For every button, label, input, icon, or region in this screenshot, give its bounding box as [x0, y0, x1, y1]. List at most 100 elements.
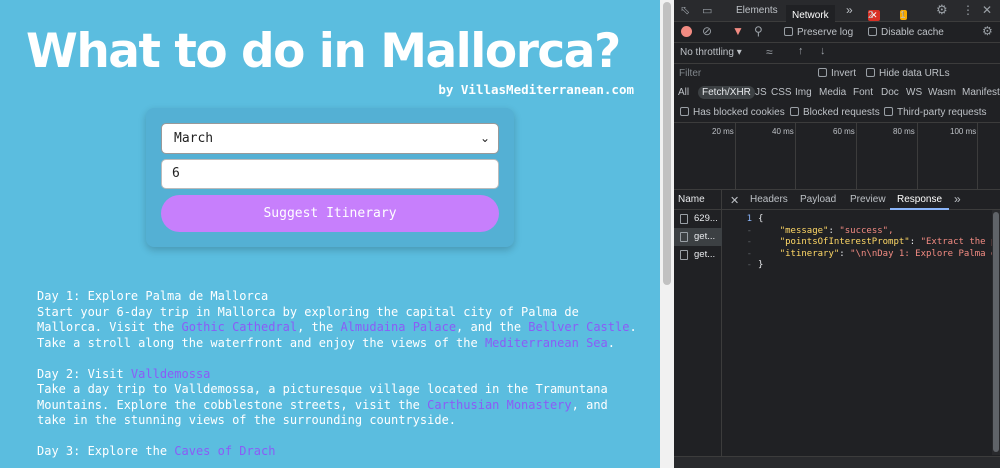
response-body[interactable]: 1 - - - - { "message": "success", "point…	[722, 210, 992, 455]
page-scrollbar-thumb[interactable]	[663, 2, 671, 285]
preserve-log-checkbox[interactable]: Preserve log	[784, 27, 853, 38]
month-select[interactable]: March ⌄	[161, 123, 499, 154]
request-name: get...	[694, 231, 716, 242]
timeline-tick: 100 ms	[950, 127, 977, 136]
chevron-down-icon: ⌄	[479, 131, 490, 145]
close-icon[interactable]: ✕	[982, 3, 992, 17]
tab-elements[interactable]: Elements	[736, 5, 778, 16]
json-key: "pointsOfInterestPrompt"	[779, 237, 910, 247]
inspect-element-icon[interactable]: ⬁	[680, 3, 690, 17]
days-input[interactable]: 6	[161, 159, 499, 189]
code-line: "message": "success",	[779, 225, 894, 236]
day-text: Start your 6-day trip in Mallorca by exp…	[37, 305, 637, 352]
request-name: 629...	[694, 213, 718, 224]
timeline-gridline	[917, 123, 918, 190]
clear-icon[interactable]: ⊘	[702, 24, 712, 38]
hide-data-urls-checkbox[interactable]: Hide data URLs	[866, 68, 950, 79]
day-heading-text: Day 3: Explore the	[37, 444, 175, 458]
code-line: "itinerary": "\n\nDay 1: Explore Palma d	[758, 249, 992, 261]
third-party-checkbox[interactable]: Third-party requests	[884, 107, 986, 118]
checkbox-box	[868, 27, 877, 36]
type-js[interactable]: JS	[755, 87, 767, 98]
devtools-tab-bar: ⬁ ▭ Elements Network » ✕ 2 ! 1 ⚙ ⋮ ✕	[674, 0, 1000, 27]
network-toolbar-2: No throttling ▾ ≈ ↑ ↓	[674, 43, 1000, 64]
request-row[interactable]: get...	[674, 228, 722, 246]
blocked-requests-checkbox[interactable]: Blocked requests	[790, 107, 880, 118]
checkbox-box	[784, 27, 793, 36]
warning-count: 1	[900, 10, 906, 21]
request-detail-tabs: ✕ Headers Payload Preview Response »	[674, 190, 1000, 210]
timeline-gridline	[977, 123, 978, 190]
day-text-segment: , and the	[456, 320, 529, 334]
has-blocked-cookies-label: Has blocked cookies	[693, 107, 785, 118]
wifi-icon[interactable]: ≈	[766, 45, 773, 59]
request-row[interactable]: 629...	[674, 210, 722, 228]
download-icon[interactable]: ↓	[820, 45, 826, 57]
record-icon[interactable]	[681, 26, 692, 37]
invert-checkbox[interactable]: Invert	[818, 68, 856, 79]
response-scrollbar[interactable]	[992, 210, 1000, 455]
type-wasm[interactable]: Wasm	[928, 87, 956, 98]
response-scrollbar-thumb[interactable]	[993, 212, 999, 452]
resource-type-filters: All Fetch/XHR JS CSS Img Media Font Doc …	[674, 84, 1000, 104]
day-heading-text: Day 2: Visit	[37, 366, 131, 381]
timeline-gridline	[856, 123, 857, 190]
type-all[interactable]: All	[678, 87, 689, 98]
type-manifest[interactable]: Manifest	[962, 87, 1000, 98]
gear-icon[interactable]: ⚙	[936, 2, 948, 18]
suggest-itinerary-button[interactable]: Suggest Itinerary	[161, 195, 499, 232]
type-img[interactable]: Img	[795, 87, 812, 98]
type-font[interactable]: Font	[853, 87, 873, 98]
itinerary-day-1: Day 1: Explore Palma de Mallorca Start y…	[37, 289, 637, 351]
link-almudaina-palace[interactable]: Almudaina Palace	[340, 320, 456, 334]
file-icon	[680, 250, 688, 260]
close-detail-icon[interactable]: ✕	[730, 194, 739, 207]
request-row[interactable]: get...	[674, 246, 722, 264]
device-toolbar-icon[interactable]: ▭	[702, 4, 712, 17]
link-mediterranean-sea[interactable]: Mediterranean Sea	[485, 336, 608, 350]
type-css[interactable]: CSS	[771, 87, 792, 98]
link-valldemossa[interactable]: Valldemossa	[131, 367, 210, 381]
kebab-menu-icon[interactable]: ⋮	[962, 3, 974, 17]
link-bellver-castle[interactable]: Bellver Castle	[528, 320, 629, 334]
blocked-filters-row: Has blocked cookies Blocked requests Thi…	[674, 104, 1000, 123]
filter-input[interactable]: Filter	[676, 66, 808, 81]
disable-cache-checkbox[interactable]: Disable cache	[868, 27, 944, 38]
upload-icon[interactable]: ↑	[798, 45, 804, 57]
network-timeline[interactable]: 20 ms 40 ms 60 ms 80 ms 100 ms	[674, 123, 1000, 190]
tab-preview[interactable]: Preview	[850, 194, 886, 205]
json-value: "success",	[839, 225, 894, 236]
link-gothic-cathedral[interactable]: Gothic Cathedral	[182, 320, 298, 334]
file-icon	[680, 214, 688, 224]
itinerary-day-3: Day 3: Explore the Caves of Drach	[37, 444, 637, 460]
more-tabs-button[interactable]: »	[846, 3, 853, 17]
more-detail-tabs-button[interactable]: »	[954, 192, 961, 206]
day-text-segment: .	[607, 335, 615, 350]
webpage: What to do in Mallorca? by VillasMediter…	[0, 0, 660, 468]
network-toolbar: ⊘ ▼ ⚲ Preserve log Disable cache ⚙	[674, 22, 1000, 43]
type-doc[interactable]: Doc	[881, 87, 899, 98]
type-fetch-xhr[interactable]: Fetch/XHR	[698, 86, 755, 99]
page-scrollbar[interactable]	[660, 0, 674, 468]
type-media[interactable]: Media	[819, 87, 846, 98]
filter-icon[interactable]: ▼	[732, 24, 744, 38]
tab-headers[interactable]: Headers	[750, 194, 788, 205]
line-marker: -	[746, 225, 752, 236]
type-ws[interactable]: WS	[906, 87, 922, 98]
checkbox-box	[680, 107, 689, 116]
tab-payload[interactable]: Payload	[800, 194, 836, 205]
tab-response[interactable]: Response	[890, 190, 950, 210]
throttling-select[interactable]: No throttling ▾	[680, 47, 742, 58]
link-caves-of-drach[interactable]: Caves of Drach	[174, 444, 275, 458]
code-line: }	[758, 260, 764, 270]
json-value: "\n\nDay 1: Explore Palma d	[850, 248, 992, 259]
line-marker: -	[746, 248, 752, 259]
timeline-tick: 60 ms	[833, 127, 855, 136]
network-settings-gear-icon[interactable]: ⚙	[982, 24, 993, 38]
search-icon[interactable]: ⚲	[754, 24, 763, 38]
disable-cache-label: Disable cache	[881, 27, 944, 38]
has-blocked-cookies-checkbox[interactable]: Has blocked cookies	[680, 107, 785, 118]
link-carthusian-monastery[interactable]: Carthusian Monastery	[427, 398, 572, 412]
code-line: "pointsOfInterestPrompt": "Extract the p	[758, 237, 992, 249]
filter-row: Filter Invert Hide data URLs	[674, 64, 1000, 84]
